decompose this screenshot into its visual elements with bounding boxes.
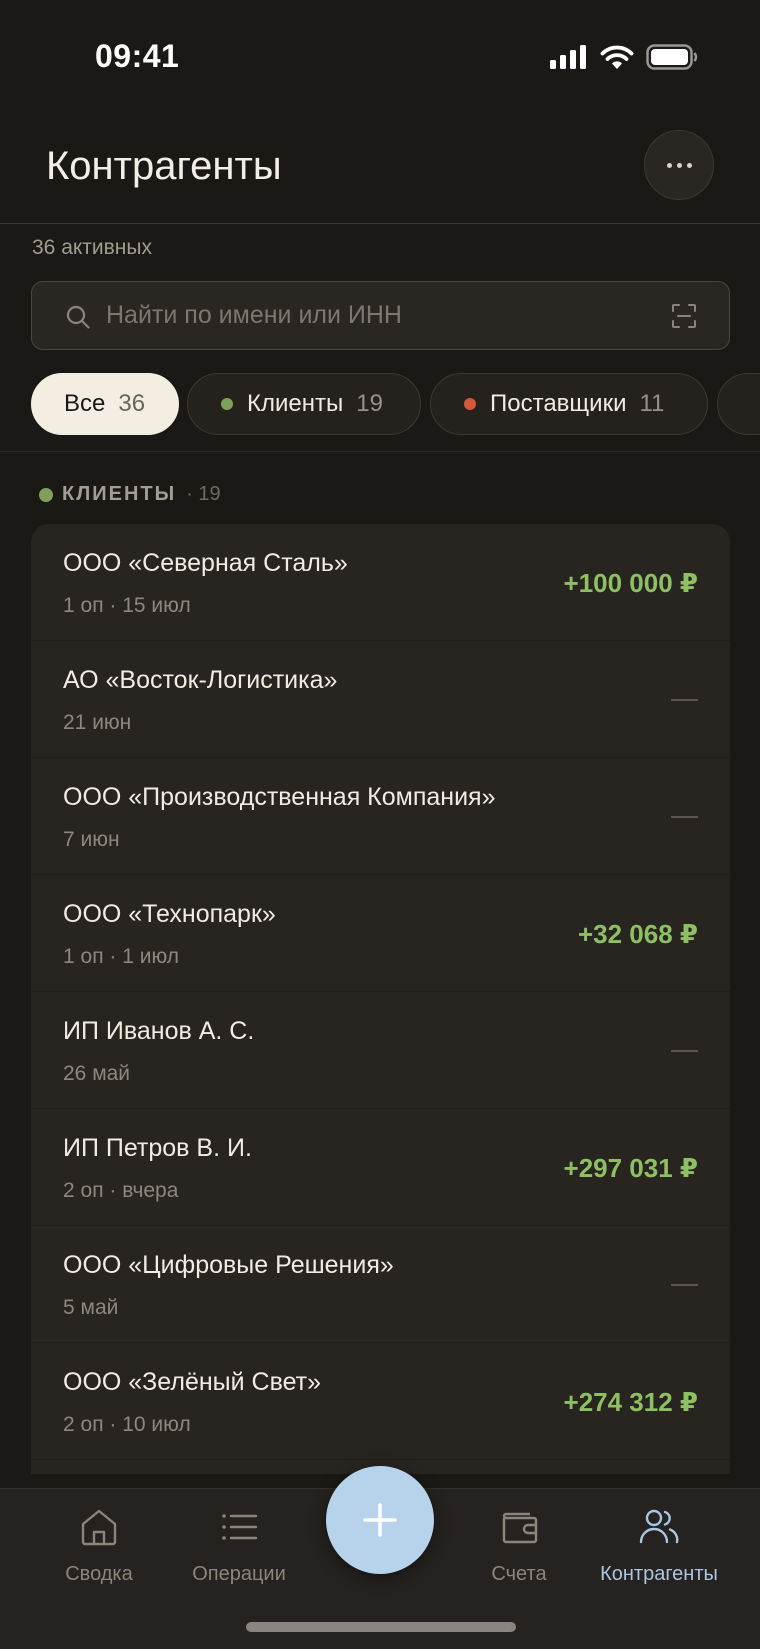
status-bar: 09:41: [0, 0, 760, 110]
no-amount-dash: [671, 816, 698, 818]
wifi-icon: [600, 45, 634, 69]
clients-dot-icon: [221, 398, 233, 410]
users-icon: [639, 1509, 679, 1544]
tab-summary[interactable]: Сводка: [24, 1505, 174, 1586]
chip-more[interactable]: [717, 373, 760, 435]
counterparty-name: ООО «Цифровые Решения»: [63, 1251, 394, 1279]
list-item[interactable]: АО «Восток-Логистика» 21 июн: [31, 641, 730, 758]
counterparty-amount: +297 031 ₽: [563, 1153, 698, 1183]
chip-clients[interactable]: Клиенты 19: [187, 373, 421, 435]
list-item[interactable]: ИП Иванов А. С. 26 май: [31, 992, 730, 1109]
counterparty-amount: +100 000 ₽: [563, 568, 698, 598]
no-amount-dash: [671, 1050, 698, 1052]
counterparty-name: ООО «Зелёный Свет»: [63, 1368, 322, 1396]
suppliers-dot-icon: [464, 398, 476, 410]
list-item[interactable]: ООО «Зелёный Свет» 2 оп · 10 июл +274 31…: [31, 1343, 730, 1460]
list-icon: [222, 1514, 258, 1540]
section-count: · 19: [186, 483, 221, 505]
ellipsis-icon: [666, 162, 672, 168]
tab-accounts[interactable]: Счета: [444, 1505, 594, 1586]
counterparty-meta: 1 оп · 15 июл: [63, 594, 191, 617]
counterparty-meta: 21 июн: [63, 711, 132, 734]
counterparty-amount: +274 312 ₽: [563, 1387, 698, 1417]
search-box[interactable]: [31, 281, 730, 350]
tab-label: Контрагенты: [600, 1563, 718, 1585]
filter-chips: Все 36 Клиенты 19 Поставщики 11: [31, 373, 760, 435]
counterparty-meta: 2 оп · вчера: [63, 1179, 179, 1202]
page-title: Контрагенты: [46, 144, 282, 188]
list-item[interactable]: ООО «Северная Сталь» 1 оп · 15 июл +100 …: [31, 524, 730, 641]
counterparty-name: ООО «Производственная Компания»: [63, 783, 496, 811]
header: Контрагенты: [0, 110, 760, 224]
list-item[interactable]: ИП Петров В. И. 2 оп · вчера +297 031 ₽: [31, 1109, 730, 1226]
section-title: КЛИЕНТЫ: [62, 483, 177, 505]
counterparty-meta: 7 июн: [63, 828, 120, 851]
active-count: 36 активных: [32, 236, 152, 259]
scan-icon[interactable]: [671, 303, 697, 329]
divider: [0, 451, 760, 452]
counterparty-list: ООО «Северная Сталь» 1 оп · 15 июл +100 …: [31, 524, 730, 1474]
chip-all[interactable]: Все 36: [31, 373, 179, 435]
search-input[interactable]: [106, 282, 666, 348]
chip-label: Все: [64, 390, 106, 417]
signal-icon: [550, 45, 586, 69]
clients-dot-icon: [39, 487, 53, 502]
tab-label: Сводка: [65, 1563, 133, 1585]
tab-operations[interactable]: Операции: [164, 1505, 314, 1586]
counterparty-name: ИП Иванов А. С.: [63, 1017, 255, 1045]
counterparty-meta: 2 оп · 10 июл: [63, 1413, 191, 1436]
no-amount-dash: [671, 699, 698, 701]
chip-count: 11: [639, 390, 665, 417]
battery-icon: [646, 44, 698, 70]
wallet-icon: [502, 1512, 538, 1544]
counterparty-meta: 5 май: [63, 1296, 119, 1319]
counterparty-meta: 1 оп · 1 июл: [63, 945, 180, 968]
chip-count: 19: [356, 390, 383, 417]
counterparty-amount: +32 068 ₽: [577, 919, 698, 949]
chip-suppliers[interactable]: Поставщики 11: [430, 373, 708, 435]
plus-icon: [363, 1503, 397, 1537]
chip-label: Клиенты: [247, 390, 344, 417]
home-icon: [81, 1509, 117, 1546]
search-icon: [66, 305, 90, 329]
add-button[interactable]: [326, 1466, 434, 1574]
status-time: 09:41: [95, 38, 180, 74]
list-item[interactable]: ООО «Технопарк» 1 оп · 1 июл +32 068 ₽: [31, 875, 730, 992]
section-header-clients: КЛИЕНТЫ · 19: [39, 483, 221, 506]
counterparty-name: ООО «Технопарк»: [63, 900, 276, 928]
home-indicator: [246, 1622, 516, 1632]
chip-count: 36: [118, 390, 146, 417]
tab-counterparties[interactable]: Контрагенты: [584, 1505, 734, 1586]
list-item[interactable]: ООО «Цифровые Решения» 5 май: [31, 1226, 730, 1343]
counterparty-name: ООО «Северная Сталь»: [63, 549, 348, 577]
counterparty-name: ИП Петров В. И.: [63, 1134, 252, 1162]
tab-label: Счета: [491, 1563, 547, 1585]
status-icons: [550, 44, 698, 70]
counterparty-name: АО «Восток-Логистика»: [63, 666, 338, 694]
list-item[interactable]: ООО «Производственная Компания» 7 июн: [31, 758, 730, 875]
counterparty-meta: 26 май: [63, 1062, 131, 1085]
more-button[interactable]: [644, 130, 714, 200]
no-amount-dash: [671, 1284, 698, 1286]
chip-label: Поставщики: [490, 390, 627, 417]
tab-label: Операции: [192, 1563, 286, 1585]
